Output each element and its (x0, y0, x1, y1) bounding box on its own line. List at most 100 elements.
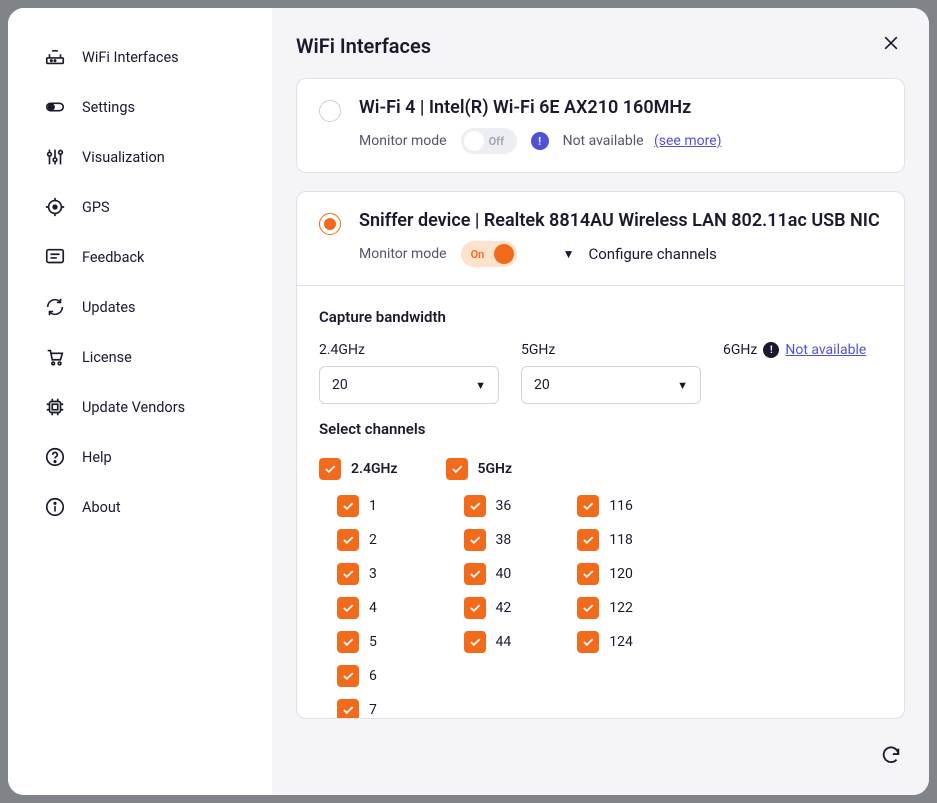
sidebar-item-label: Help (82, 449, 112, 466)
channels-scroll[interactable]: 2.4GHz 1234567 5GHz 3638404244 116118120… (319, 454, 882, 718)
channel-number: 4 (369, 600, 377, 616)
configure-dropdown-arrow[interactable]: ▼ (563, 247, 575, 261)
refresh-button[interactable] (877, 743, 905, 771)
channel-item: 4 (337, 596, 398, 620)
channel-item: 118 (577, 528, 633, 552)
channel-checkbox[interactable] (337, 529, 359, 551)
wifi-router-icon (44, 46, 66, 68)
close-button[interactable] (877, 32, 905, 60)
info-badge-icon: ! (531, 132, 549, 150)
channel-checkbox[interactable] (337, 563, 359, 585)
group-label: 2.4GHz (351, 461, 398, 477)
sidebar-item-feedback[interactable]: Feedback (8, 232, 271, 282)
toggle-icon (44, 96, 66, 118)
channel-number: 118 (609, 532, 633, 548)
interface-radio[interactable] (319, 213, 341, 235)
bandwidth-5-label: 5GHz (521, 342, 701, 358)
bandwidth-5-select[interactable]: 20 ▼ (521, 366, 701, 404)
chevron-down-icon: ▼ (677, 379, 688, 392)
channel-item: 42 (464, 596, 512, 620)
channel-checkbox[interactable] (464, 563, 486, 585)
monitor-mode-toggle[interactable]: Off (461, 128, 517, 154)
sidebar-item-visualization[interactable]: Visualization (8, 132, 271, 182)
channel-item: 7 (337, 698, 398, 718)
sidebar-item-updates[interactable]: Updates (8, 282, 271, 332)
monitor-mode-label: Monitor mode (359, 133, 447, 149)
sidebar-item-label: WiFi Interfaces (82, 49, 179, 66)
see-more-link[interactable]: (see more) (654, 133, 722, 149)
select-channels-heading: Select channels (319, 420, 882, 438)
sidebar: WiFi Interfaces Settings Visualization G… (8, 8, 272, 795)
channel-checkbox[interactable] (464, 597, 486, 619)
channel-number: 40 (496, 566, 512, 582)
channel-number: 1 (369, 498, 377, 514)
channel-checkbox[interactable] (577, 529, 599, 551)
group-label: 5GHz (478, 461, 513, 477)
chat-icon (44, 246, 66, 268)
channel-checkbox[interactable] (464, 631, 486, 653)
monitor-mode-toggle[interactable]: On (461, 241, 517, 267)
interface-card-sniffer: Sniffer device | Realtek 8814AU Wireless… (296, 191, 905, 719)
channel-number: 36 (496, 498, 512, 514)
interface-radio[interactable] (319, 100, 341, 122)
channel-checkbox[interactable] (577, 597, 599, 619)
checkbox-24-all[interactable] (319, 458, 341, 480)
channel-checkbox[interactable] (577, 495, 599, 517)
channel-number: 7 (369, 702, 377, 718)
crosshair-icon (44, 196, 66, 218)
channel-number: 6 (369, 668, 377, 684)
sidebar-item-settings[interactable]: Settings (8, 82, 271, 132)
channel-group-24: 2.4GHz 1234567 (319, 458, 398, 714)
interface-card-wifi4: Wi-Fi 4 | Intel(R) Wi-Fi 6E AX210 160MHz… (296, 78, 905, 173)
channel-number: 3 (369, 566, 377, 582)
sidebar-item-about[interactable]: About (8, 482, 271, 532)
channel-item: 2 (337, 528, 398, 552)
configure-channels-label[interactable]: Configure channels (588, 245, 716, 263)
channel-checkbox[interactable] (577, 563, 599, 585)
channel-checkbox[interactable] (464, 529, 486, 551)
not-available-link[interactable]: Not available (785, 342, 866, 358)
page-title: WiFi Interfaces (296, 34, 431, 58)
chip-icon (44, 396, 66, 418)
sidebar-item-update-vendors[interactable]: Update Vendors (8, 382, 271, 432)
sidebar-item-label: Visualization (82, 149, 165, 166)
bandwidth-24-select[interactable]: 20 ▼ (319, 366, 499, 404)
channel-item: 122 (577, 596, 633, 620)
channel-item: 124 (577, 630, 633, 654)
channel-item: 1 (337, 494, 398, 518)
capture-bandwidth-heading: Capture bandwidth (319, 308, 882, 326)
channel-item: 5 (337, 630, 398, 654)
checkbox-5-all[interactable] (446, 458, 468, 480)
main-panel: WiFi Interfaces Wi-Fi 4 | Intel(R) Wi-Fi… (272, 8, 929, 795)
channel-checkbox[interactable] (337, 495, 359, 517)
chevron-down-icon: ▼ (475, 379, 486, 392)
channel-group-5: 5GHz 3638404244 116118120122124 (446, 458, 633, 714)
channel-item: 44 (464, 630, 512, 654)
channel-item: 6 (337, 664, 398, 688)
channel-number: 2 (369, 532, 377, 548)
channel-number: 5 (369, 634, 377, 650)
channel-item: 40 (464, 562, 512, 586)
sidebar-item-label: Updates (82, 299, 136, 316)
sidebar-item-help[interactable]: Help (8, 432, 271, 482)
close-icon (881, 33, 901, 59)
channel-item: 36 (464, 494, 512, 518)
channel-checkbox[interactable] (337, 631, 359, 653)
monitor-mode-label: Monitor mode (359, 246, 447, 262)
not-available-text: Not available (563, 133, 644, 149)
channel-number: 122 (609, 600, 633, 616)
warning-icon: ! (763, 342, 779, 358)
channel-number: 120 (609, 566, 633, 582)
channel-checkbox[interactable] (337, 699, 359, 718)
interface-title: Sniffer device | Realtek 8814AU Wireless… (359, 210, 882, 231)
channel-checkbox[interactable] (464, 495, 486, 517)
channel-checkbox[interactable] (337, 665, 359, 687)
sidebar-item-gps[interactable]: GPS (8, 182, 271, 232)
channel-checkbox[interactable] (577, 631, 599, 653)
channel-checkbox[interactable] (337, 597, 359, 619)
sidebar-item-wifi-interfaces[interactable]: WiFi Interfaces (8, 32, 271, 82)
sidebar-item-label: Update Vendors (82, 399, 185, 416)
sidebar-item-license[interactable]: License (8, 332, 271, 382)
channel-item: 3 (337, 562, 398, 586)
sliders-icon (44, 146, 66, 168)
